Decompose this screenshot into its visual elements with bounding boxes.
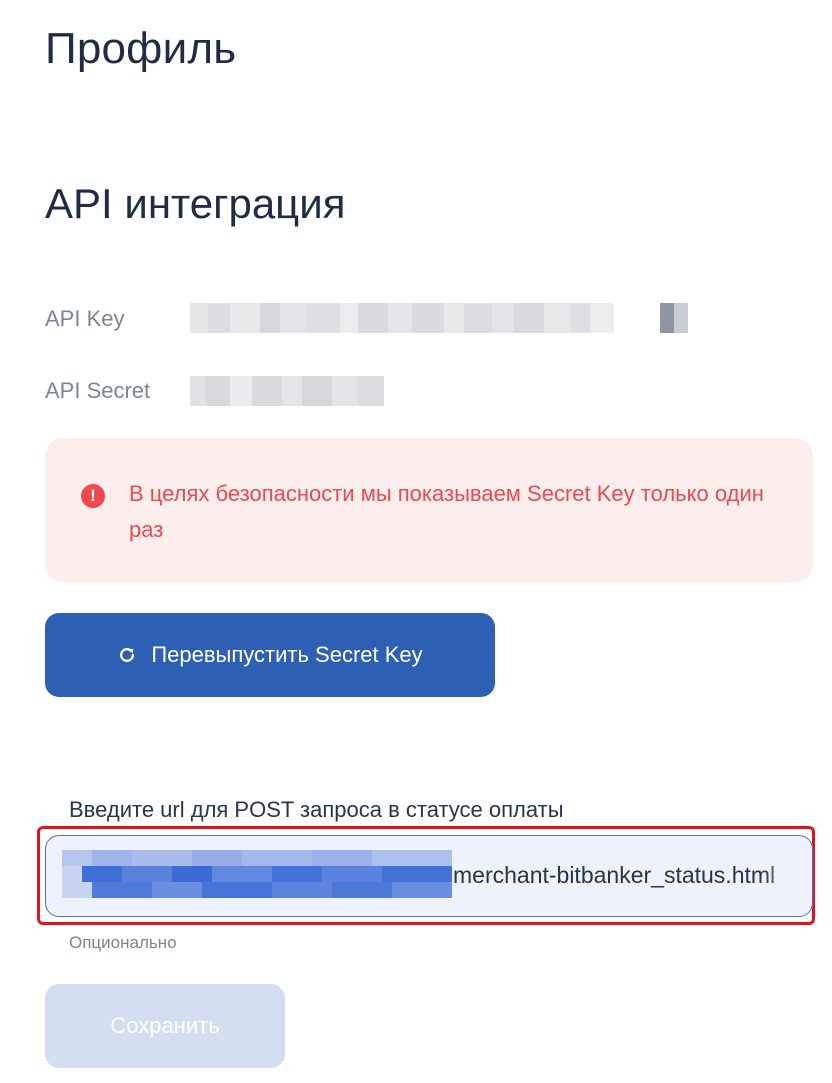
optional-helper-text: Опционально [69, 933, 177, 952]
post-url-input[interactable]: merchant-bitbanker_status.html [45, 835, 813, 917]
url-input-fade [762, 836, 812, 916]
url-value-redacted [62, 850, 452, 898]
api-secret-value-redacted [190, 376, 390, 406]
refresh-icon [120, 648, 135, 662]
exclamation-circle-icon: ! [81, 484, 105, 508]
api-key-label: API Key [45, 306, 125, 331]
security-alert-text: В целях безопасности мы показываем Secre… [129, 481, 764, 542]
save-button[interactable]: Сохранить [45, 984, 285, 1068]
reissue-secret-key-label: Перевыпустить Secret Key [151, 642, 423, 667]
page-title: Профиль [45, 24, 237, 73]
security-alert: ! В целях безопасности мы показываем Sec… [45, 438, 813, 582]
post-url-visible-value: merchant-bitbanker_status.html [453, 862, 776, 888]
api-section-title: API интеграция [45, 180, 346, 227]
post-url-label: Введите url для POST запроса в статусе о… [69, 797, 564, 822]
reissue-secret-key-button[interactable]: Перевыпустить Secret Key [45, 613, 495, 697]
api-key-value-redacted [190, 303, 710, 333]
api-secret-label: API Secret [45, 378, 151, 403]
